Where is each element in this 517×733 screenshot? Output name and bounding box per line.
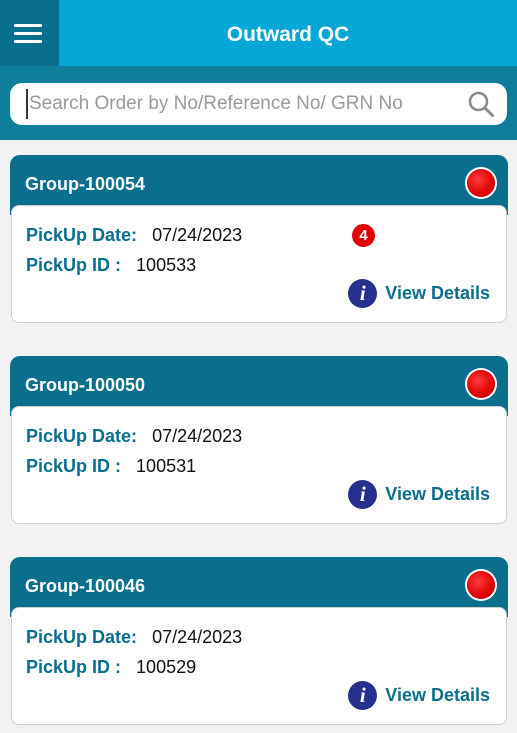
group-card[interactable]: Group-100054 PickUp Date: 07/24/2023 Pic…	[10, 155, 508, 325]
group-card[interactable]: Group-100050 PickUp Date: 07/24/2023 Pic…	[10, 356, 508, 526]
group-card[interactable]: Group-100046 PickUp Date: 07/24/2023 Pic…	[10, 557, 508, 727]
view-details-button[interactable]: i View Details	[348, 681, 490, 710]
pickup-date-value: 07/24/2023	[152, 627, 243, 647]
pickup-date-row: PickUp Date: 07/24/2023	[26, 426, 242, 447]
status-indicator	[467, 370, 495, 398]
view-details-label: View Details	[385, 484, 490, 504]
pickup-date-label: PickUp Date:	[26, 225, 138, 245]
info-icon: i	[348, 681, 378, 710]
hamburger-menu-icon-line	[14, 32, 42, 35]
pickup-id-label: PickUp ID :	[26, 456, 122, 476]
view-details-label: View Details	[385, 283, 490, 303]
pickup-id-row: PickUp ID : 100529	[26, 657, 196, 678]
search-input[interactable]	[26, 89, 449, 119]
group-card-body: PickUp Date: 07/24/2023 PickUp ID : 1005…	[11, 205, 507, 323]
page-title: Outward QC	[226, 23, 350, 46]
view-details-button[interactable]: i View Details	[348, 480, 490, 509]
pickup-date-label: PickUp Date:	[26, 426, 138, 446]
group-title: Group-100054	[25, 174, 146, 194]
app-bar: Outward QC	[0, 0, 517, 66]
group-title: Group-100046	[25, 576, 146, 596]
info-icon: i	[348, 279, 378, 308]
view-details-label: View Details	[385, 685, 490, 705]
pickup-id-label: PickUp ID :	[26, 255, 122, 275]
pickup-date-value: 07/24/2023	[152, 225, 243, 245]
pickup-id-row: PickUp ID : 100531	[26, 456, 196, 477]
view-details-button[interactable]: i View Details	[348, 279, 490, 308]
notification-badge: 4	[352, 224, 375, 247]
hamburger-menu-button[interactable]	[0, 0, 59, 66]
pickup-id-value: 100529	[136, 657, 197, 677]
hamburger-menu-icon	[14, 24, 42, 27]
status-indicator	[467, 571, 495, 599]
pickup-date-label: PickUp Date:	[26, 627, 138, 647]
pickup-id-label: PickUp ID :	[26, 657, 122, 677]
pickup-date-row: PickUp Date: 07/24/2023	[26, 225, 242, 246]
search-box	[10, 83, 507, 125]
search-icon[interactable]	[467, 90, 495, 118]
group-title: Group-100050	[25, 375, 146, 395]
pickup-date-value: 07/24/2023	[152, 426, 243, 446]
pickup-date-row: PickUp Date: 07/24/2023	[26, 627, 242, 648]
pickup-id-value: 100531	[136, 456, 197, 476]
hamburger-menu-icon-line	[14, 40, 42, 43]
info-icon: i	[348, 480, 378, 509]
group-card-body: PickUp Date: 07/24/2023 PickUp ID : 1005…	[11, 406, 507, 524]
pickup-id-value: 100533	[136, 255, 197, 275]
group-card-body: PickUp Date: 07/24/2023 PickUp ID : 1005…	[11, 607, 507, 725]
status-indicator	[467, 169, 495, 197]
pickup-id-row: PickUp ID : 100533	[26, 255, 196, 276]
